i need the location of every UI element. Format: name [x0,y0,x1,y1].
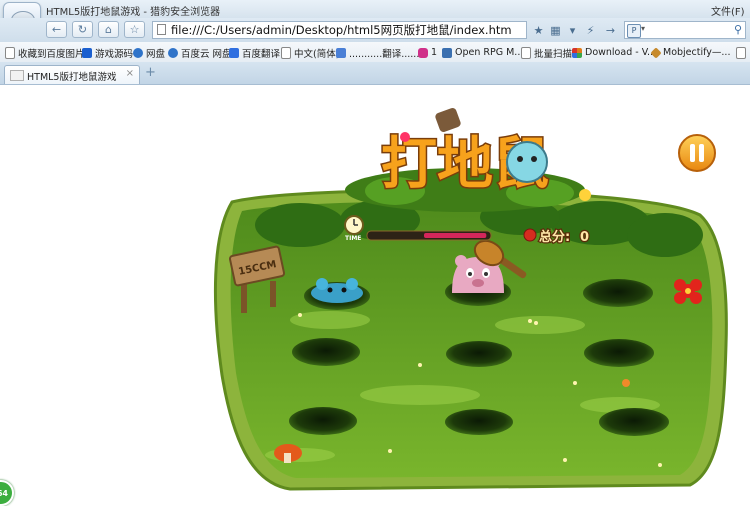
bookmark-item[interactable]: 批量扫描 [521,46,572,60]
orange-mushroom [622,379,630,387]
tab-active[interactable]: HTML5版打地鼠游戏 × [4,65,140,84]
game-logo: 打地鼠 [345,107,591,212]
page-icon [521,46,531,59]
bookmark-item[interactable]: 百度翻译 [229,46,280,60]
favorite-button[interactable]: ☆ [124,21,145,38]
star-icon: ☆ [129,23,140,36]
bookmarks-bar: 收藏到百度图片 游戏源码 网盘 百度云 网盘 百度翻译 中文(简体) .....… [0,42,750,63]
cloud-icon [133,47,143,58]
cloud-icon [168,47,178,58]
refresh-button[interactable]: ↻ [72,21,93,38]
mole-hole[interactable] [446,341,512,367]
rpg-maker-icon [442,47,452,58]
tab-bar: HTML5版打地鼠游戏 × + [0,62,750,85]
time-label: TIME [345,235,361,242]
mole-hole[interactable] [599,408,669,436]
pause-button[interactable] [678,134,716,172]
pause-icon [690,144,695,162]
translate-icon [229,47,239,58]
lightning-icon[interactable]: ⚡ [582,21,599,39]
go-arrow-icon[interactable]: → [602,21,619,39]
bookmark-item[interactable]: 收藏到百度图片 [5,46,85,60]
game-source-icon [82,47,92,58]
file-menu[interactable]: 文件(F) [711,3,745,18]
mole-hole[interactable] [292,338,360,366]
bookmark-item[interactable] [736,46,749,59]
window-title: HTML5版打地鼠游戏 - 猎豹安全浏览器 [46,7,221,18]
score-label: 总分: [539,229,570,245]
bookmark-item[interactable]: 中文(简体) [281,46,339,60]
page-favicon-icon [10,70,24,81]
bookmark-item[interactable]: Download - V... [572,46,656,59]
bookmark-item[interactable]: Mobjectify—... [650,46,730,59]
search-engine-icon[interactable]: P [627,24,641,38]
page-icon [736,46,746,59]
page-content: 打地鼠 TIME 总分: 0 15CCM 4 [0,85,750,506]
mole-hole[interactable] [583,279,653,307]
home-icon: ⌂ [105,23,112,36]
search-icon[interactable]: ⚲ [734,23,742,36]
tab-close-icon[interactable]: × [126,68,134,79]
page-icon [5,46,15,59]
page-icon [281,46,291,59]
translate-icon [336,47,346,58]
back-button[interactable]: ← [46,21,67,38]
mole-hole[interactable] [584,339,654,367]
score-value: 0 [580,230,589,245]
refresh-icon: ↻ [77,23,88,36]
apple-icon [523,228,537,242]
home-button[interactable]: ⌂ [98,21,119,38]
engine-dropdown-icon[interactable]: ▾ [641,24,645,33]
bookmark-item[interactable]: 网盘 [133,46,165,60]
navigation-bar: ← ↻ ⌂ ☆ ★ ▦ ▾ ⚡ → P ▾ ⚲ [0,18,750,42]
bookmark-item[interactable]: 1 [418,46,437,59]
download-icon [572,47,582,58]
address-bar[interactable] [152,21,527,39]
qr-code-icon[interactable]: ▦ [547,21,564,39]
game-canvas[interactable]: 打地鼠 TIME 总分: 0 15CCM [0,85,750,498]
timer-fill [424,233,487,238]
bookmark-item[interactable]: ...........翻译........ [336,46,425,60]
title-bar: HTML5版打地鼠游戏 - 猎豹安全浏览器 文件(F) [0,0,750,38]
bookmark-item[interactable]: 百度云 网盘 [168,46,232,60]
pencil-icon [650,46,662,59]
mole-hole[interactable] [445,409,513,435]
new-tab-button[interactable]: + [145,65,156,80]
mole-hole[interactable] [289,407,357,435]
dropdown-icon[interactable]: ▾ [564,21,581,39]
page-icon [157,24,166,35]
bookmark-star-icon[interactable]: ★ [530,21,547,39]
search-box[interactable]: P ▾ ⚲ [624,21,746,39]
bookmark-item[interactable]: 游戏源码 [82,46,133,60]
back-arrow-icon: ← [51,23,62,36]
tab-label: HTML5版打地鼠游戏 [27,72,117,83]
hexagon-icon [418,47,428,58]
bookmark-item[interactable]: Open RPG M... [442,46,523,59]
url-input[interactable] [171,22,511,38]
